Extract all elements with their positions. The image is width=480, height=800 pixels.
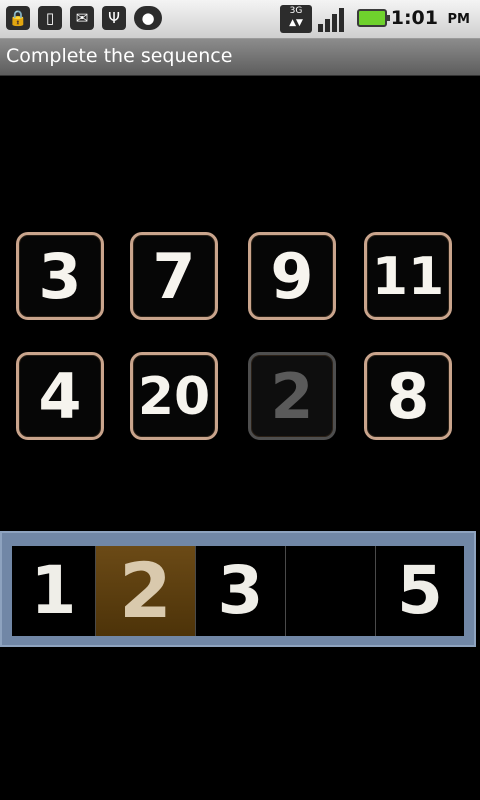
number-tile-selected[interactable]: 2 [248, 352, 336, 440]
answer-slot-active[interactable]: 2 [96, 546, 196, 636]
number-tile[interactable]: 4 [16, 352, 104, 440]
battery-icon [357, 9, 390, 27]
android-icon: ● [134, 6, 162, 30]
app-title: Complete the sequence [6, 45, 233, 67]
network-3g-icon: 3G ▲▼ [280, 5, 312, 33]
answer-sequence-bar: 1 2 3 5 [0, 531, 476, 647]
number-tile[interactable]: 8 [364, 352, 452, 440]
number-tile[interactable]: 20 [130, 352, 218, 440]
answer-slot-empty[interactable] [286, 546, 376, 636]
signal-icon [318, 6, 348, 32]
answer-slot[interactable]: 1 [12, 546, 96, 636]
status-time: 1:01 [390, 7, 438, 29]
number-tile[interactable]: 11 [364, 232, 452, 320]
number-tile[interactable]: 9 [248, 232, 336, 320]
usb-icon: Ψ [102, 6, 126, 30]
answer-slot[interactable]: 3 [196, 546, 286, 636]
app-title-bar: Complete the sequence [0, 39, 480, 76]
number-tile[interactable]: 3 [16, 232, 104, 320]
sim-card-icon: ▯ [38, 6, 62, 30]
lock-icon: 🔒 [6, 6, 30, 30]
number-tile[interactable]: 7 [130, 232, 218, 320]
answer-slot[interactable]: 5 [376, 546, 464, 636]
status-meridiem: PM [447, 12, 470, 27]
status-bar: 🔒 ▯ ✉ Ψ ● 3G ▲▼ 1:01 PM [0, 0, 480, 39]
gmail-icon: ✉ [70, 6, 94, 30]
